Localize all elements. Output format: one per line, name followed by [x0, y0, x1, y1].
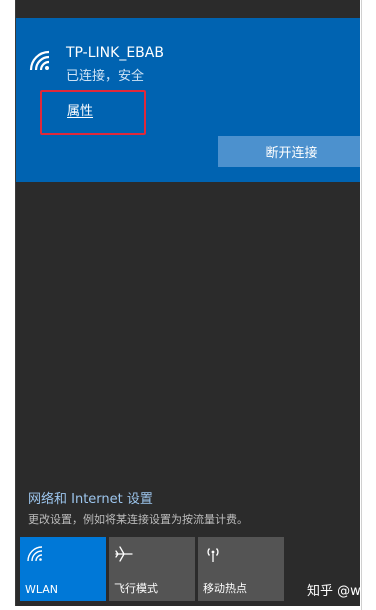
- tile-airplane-mode[interactable]: 飞行模式: [109, 537, 195, 601]
- tile-wlan-label: WLAN: [25, 583, 59, 596]
- hotspot-icon: [207, 548, 219, 562]
- tile-mobile-hotspot[interactable]: 移动热点: [198, 537, 284, 601]
- properties-link[interactable]: 属性: [67, 100, 93, 119]
- wifi-icon: [29, 50, 50, 71]
- connection-status: 已连接，安全: [66, 69, 145, 84]
- network-settings-description: 更改设置，例如将某连接设置为按流量计费。: [28, 513, 248, 526]
- network-settings-link[interactable]: 网络和 Internet 设置: [28, 488, 153, 507]
- screenshot-page: TP-LINK_EBAB 已连接，安全 属性 断开连接 网络和 Internet…: [0, 0, 376, 610]
- wifi-icon: [27, 546, 43, 562]
- tile-mobile-hotspot-label: 移动热点: [203, 582, 247, 595]
- network-flyout: TP-LINK_EBAB 已连接，安全 属性 断开连接 网络和 Internet…: [15, 0, 360, 606]
- airplane-icon: [115, 546, 133, 562]
- window-edge: [361, 0, 362, 610]
- disconnect-button[interactable]: 断开连接: [218, 136, 360, 167]
- network-card[interactable]: TP-LINK_EBAB 已连接，安全 属性 断开连接: [16, 18, 360, 182]
- watermark: 知乎 @wuls: [307, 584, 360, 599]
- tile-wlan[interactable]: WLAN: [20, 537, 106, 601]
- network-ssid: TP-LINK_EBAB: [66, 45, 164, 61]
- tile-airplane-mode-label: 飞行模式: [114, 582, 158, 595]
